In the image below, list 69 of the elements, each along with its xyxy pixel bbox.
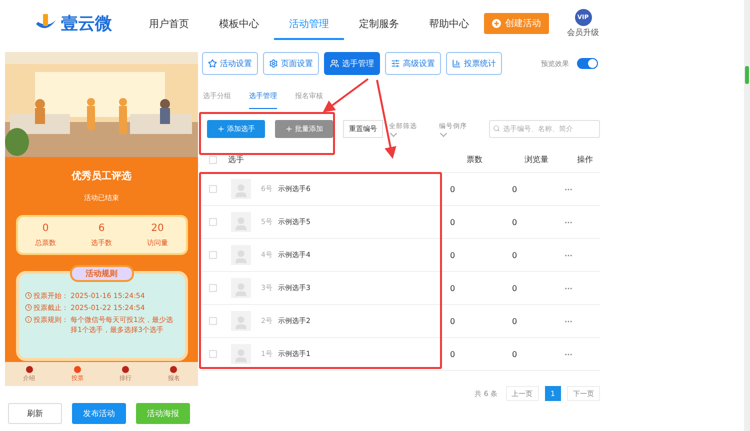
preview-toggle[interactable] [577,58,598,69]
views-cell-text: 0 [512,184,518,194]
action-button[interactable]: 发布活动 [72,403,126,424]
lantern-icon [26,366,33,372]
plus-circle-icon [492,18,501,28]
plus-icon [217,125,225,133]
row-checkbox[interactable] [209,350,217,358]
select-all-checkbox[interactable] [209,156,217,164]
row-checkbox[interactable] [209,185,217,193]
votes-cell-text: 0 [450,284,456,292]
votes-cell-text: 0 [450,184,456,194]
stat-value: 6 [98,222,105,234]
create-activity-button[interactable]: 创建活动 [484,12,549,34]
clock-icon [24,292,32,299]
nav-tab[interactable]: 模板中心 [204,6,274,40]
column-header: 票数 [466,154,484,165]
nav-tab[interactable]: 活动管理 [274,6,344,40]
lantern-icon [74,366,81,372]
row-checkbox[interactable] [209,317,217,325]
column-header: 选手 [228,154,245,165]
toolbar-tab[interactable]: 页面设置 [263,52,319,75]
logo-text: 壹云微 [61,12,112,34]
clock-icon [24,304,32,311]
avatar-placeholder [231,179,251,199]
annotation-arrow [322,78,369,112]
action-button[interactable]: 刷新 [8,403,62,424]
row-checkbox[interactable] [209,251,217,259]
row-checkbox[interactable] [209,284,217,292]
votes-cell-text: 0 [450,350,456,358]
toolbar-tab[interactable]: 选手管理 [324,52,380,75]
lantern-icon [122,366,130,372]
vip-upgrade-label[interactable]: 会员升级 [567,26,599,38]
settings-icon [269,59,278,68]
info-icon [24,316,32,323]
toolbar-tab[interactable]: 活动设置 [202,52,258,75]
lantern-icon [170,366,178,372]
sliders-icon [391,59,400,68]
views-cell-text: 0 [512,350,518,358]
avatar-placeholder [231,278,251,298]
nav-tab[interactable]: 帮助中心 [414,6,484,40]
nav-tab[interactable]: 定制服务 [344,6,414,40]
views-cell-text: 0 [512,250,518,260]
votes-cell-text: 0 [450,250,456,260]
views-cell-text: 0 [512,316,518,326]
bar-chart-icon [452,59,461,68]
toolbar-tab[interactable]: 投票统计 [446,52,502,75]
votes-cell-text: 0 [450,316,456,326]
rules-title: 活动规则 [70,265,134,282]
avatar-placeholder [231,344,251,364]
column-header: 操作 [576,154,594,165]
search-icon [493,125,500,132]
views-cell-text: 0 [512,218,518,226]
column-header: 浏览量 [524,154,550,165]
nav-tab[interactable]: 用户首页 [134,6,204,40]
plus-icon [285,125,293,133]
votes-cell-text: 0 [450,218,456,226]
scrollbar[interactable] [744,0,750,431]
users-icon [330,59,339,68]
stat-value: 0 [42,222,49,234]
avatar-placeholder [231,311,251,331]
activity-title: 优秀员工评选 [72,170,132,183]
views-cell-text: 0 [512,284,518,292]
star-icon [208,59,217,68]
avatar-placeholder [231,212,251,232]
toolbar-tab[interactable]: 高级设置 [385,52,441,75]
action-button[interactable]: 活动海报 [136,403,190,424]
row-checkbox[interactable] [209,218,217,226]
stat-value: 20 [151,222,164,234]
avatar-placeholder [231,245,251,265]
